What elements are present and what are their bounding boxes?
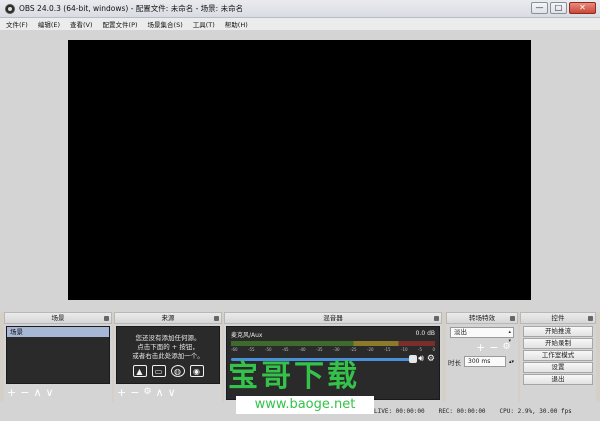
duration-value: 300 ms <box>468 358 491 365</box>
mixer-db-readout: 0.0 dB <box>415 330 435 337</box>
maximize-button[interactable]: □ <box>550 2 567 14</box>
display-icon: ▭ <box>151 365 166 377</box>
transitions-dock-header: 转场特效 <box>446 312 518 324</box>
scene-toolbar: + − ∧ ∨ <box>7 387 54 398</box>
undock-icon[interactable] <box>434 316 439 321</box>
meter-tick: -5 <box>418 347 422 352</box>
controls-dock-header: 控件 <box>520 312 596 324</box>
duration-input[interactable]: 300 ms <box>464 356 506 367</box>
undock-icon[interactable] <box>214 316 219 321</box>
speaker-icon[interactable]: 🔊︎ <box>418 355 424 364</box>
sources-dock-header: 来源 <box>114 312 222 324</box>
source-list[interactable]: 您还没有添加任何源。 点击下面的 + 按钮， 或者右击此处添加一个。 ▲ ▭ ◍… <box>116 326 220 384</box>
menu-view[interactable]: 查看(V) <box>70 19 93 29</box>
duration-label: 时长 <box>448 358 461 367</box>
empty-hint-line-1: 您还没有添加任何源。 <box>135 334 201 342</box>
scenes-dock-title: 场景 <box>51 314 65 322</box>
transitions-dock: 转场特效 淡出 ▴ ▾ + − ⚙ 时长 300 ms ▴▾ <box>446 312 518 402</box>
spinner-icon[interactable]: ▴▾ <box>509 359 514 365</box>
source-properties-button[interactable]: ⚙ <box>143 388 151 397</box>
meter-scale: -60 -55 -50 -45 -40 -35 -30 -25 -20 -15 … <box>231 347 435 352</box>
meter-tick: -55 <box>248 347 255 352</box>
empty-hint-line-3: 或者右击此处添加一个。 <box>132 352 204 360</box>
mixer-channel-name: 麦克风/Aux <box>231 332 263 339</box>
controls-dock-title: 控件 <box>551 314 565 322</box>
transitions-dock-title: 转场特效 <box>469 314 495 322</box>
preview-canvas[interactable] <box>68 40 531 300</box>
scene-list-item[interactable]: 场景 <box>7 327 109 337</box>
mixer-dock-title: 混音器 <box>323 314 343 322</box>
meter-tick: -25 <box>350 347 357 352</box>
move-scene-down-button[interactable]: ∨ <box>46 387 54 398</box>
undock-icon[interactable] <box>588 316 593 321</box>
meter-tick: -50 <box>265 347 272 352</box>
scenes-dock: 场景 场景 + − ∧ ∨ <box>4 312 112 402</box>
meter-tick: -35 <box>316 347 323 352</box>
transition-properties-button[interactable]: ⚙ <box>502 343 510 352</box>
source-toolbar: + − ⚙ ∧ ∨ <box>117 387 176 398</box>
add-source-button[interactable]: + <box>117 387 126 398</box>
watermark-logo: 宝哥下载 <box>228 359 360 394</box>
meter-tick: -10 <box>401 347 408 352</box>
move-scene-up-button[interactable]: ∧ <box>33 387 41 398</box>
window-title: OBS 24.0.3 (64-bit, windows) - 配置文件: 未命名… <box>19 4 244 13</box>
start-streaming-button[interactable]: 开始推流 <box>523 326 593 337</box>
menu-bar: 文件(F) 编辑(E) 查看(V) 配置文件(P) 场景集合(S) 工具(T) … <box>0 18 600 30</box>
menu-edit[interactable]: 编辑(E) <box>38 19 60 29</box>
meter-tick: -20 <box>367 347 374 352</box>
camera-icon: ◉ <box>189 365 204 377</box>
menu-help[interactable]: 帮助(H) <box>225 19 248 29</box>
globe-icon: ◍ <box>170 365 185 377</box>
menu-file[interactable]: 文件(F) <box>6 19 28 29</box>
undock-icon[interactable] <box>104 316 109 321</box>
meter-tick: -40 <box>299 347 306 352</box>
rec-timer: REC: 00:00:00 <box>438 408 486 415</box>
mixer-dock-header: 混音器 <box>224 312 442 324</box>
image-icon: ▲ <box>132 365 147 377</box>
meter-tick: -30 <box>333 347 340 352</box>
sources-dock: 来源 您还没有添加任何源。 点击下面的 + 按钮， 或者右击此处添加一个。 ▲ … <box>114 312 222 402</box>
volume-slider-handle[interactable] <box>409 355 418 363</box>
menu-tools[interactable]: 工具(T) <box>193 19 215 29</box>
add-transition-button[interactable]: + <box>476 342 485 353</box>
obs-logo-icon <box>5 3 15 14</box>
start-recording-button[interactable]: 开始录制 <box>523 338 593 349</box>
minimize-button[interactable]: — <box>531 2 548 14</box>
live-timer: LIVE: 00:00:00 <box>374 408 425 415</box>
window-controls: — □ ✕ <box>531 2 596 14</box>
meter-tick: 0 <box>432 347 435 352</box>
sources-dock-title: 来源 <box>161 314 175 322</box>
menu-profile[interactable]: 配置文件(P) <box>103 19 138 29</box>
close-button[interactable]: ✕ <box>569 2 596 14</box>
move-source-up-button[interactable]: ∧ <box>156 387 164 398</box>
transition-select[interactable]: 淡出 ▴ ▾ <box>450 327 514 344</box>
remove-source-button[interactable]: − <box>130 387 139 398</box>
controls-dock: 控件 开始推流 开始录制 工作室模式 设置 退出 <box>520 312 596 402</box>
scenes-dock-header: 场景 <box>4 312 112 324</box>
meter-tick: -15 <box>384 347 391 352</box>
gear-icon[interactable]: ⚙ <box>427 355 435 364</box>
main-area <box>0 30 600 312</box>
meter-tick: -60 <box>231 347 238 352</box>
settings-button[interactable]: 设置 <box>523 362 593 373</box>
watermark-url: www.baoge.net <box>236 396 374 414</box>
transition-toolbar: + − ⚙ <box>476 342 511 353</box>
move-source-down-button[interactable]: ∨ <box>168 387 176 398</box>
cpu-fps-readout: CPU: 2.9%, 30.00 fps <box>499 408 572 415</box>
empty-hint-line-2: 点击下面的 + 按钮， <box>137 343 199 351</box>
meter-tick: -45 <box>282 347 289 352</box>
add-scene-button[interactable]: + <box>7 387 16 398</box>
studio-mode-button[interactable]: 工作室模式 <box>523 350 593 361</box>
volume-meter <box>231 341 435 346</box>
duration-row: 时长 300 ms ▴▾ <box>448 356 514 367</box>
source-type-icons: ▲ ▭ ◍ ◉ <box>117 365 219 377</box>
title-bar: OBS 24.0.3 (64-bit, windows) - 配置文件: 未命名… <box>0 0 600 18</box>
remove-scene-button[interactable]: − <box>20 387 29 398</box>
menu-scene-collection[interactable]: 场景集合(S) <box>148 19 183 29</box>
remove-transition-button[interactable]: − <box>489 342 498 353</box>
undock-icon[interactable] <box>510 316 515 321</box>
scene-list[interactable]: 场景 <box>6 326 110 384</box>
transition-selected-value: 淡出 <box>454 328 467 336</box>
exit-button[interactable]: 退出 <box>523 374 593 385</box>
